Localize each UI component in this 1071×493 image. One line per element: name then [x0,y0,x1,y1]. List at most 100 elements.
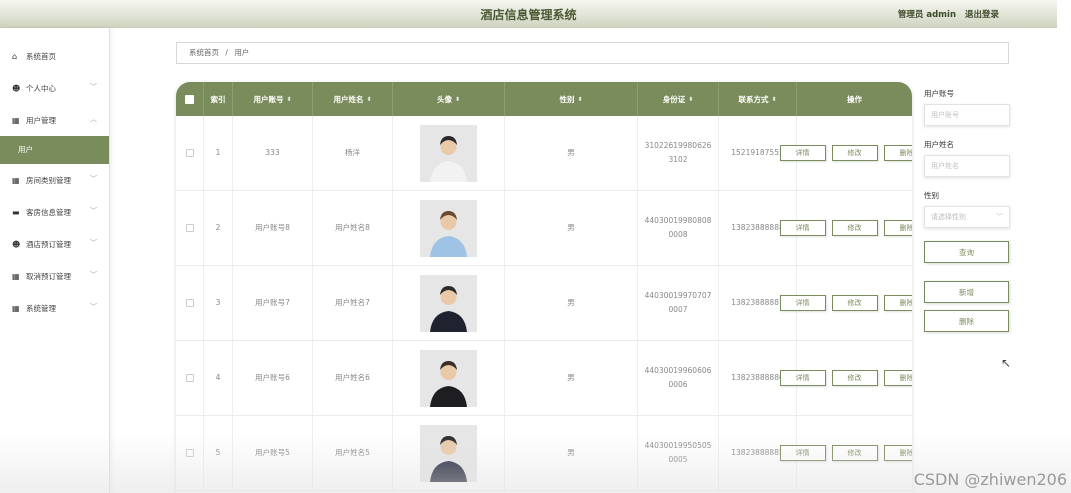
gender-select[interactable]: 请选择性别 ﹀ [924,206,1010,228]
sidebar-item-room-category[interactable]: ▦ 房间类别管理 ﹀ [0,164,109,196]
sidebar-item-cancel-booking[interactable]: ▦ 取消预订管理 ﹀ [0,260,109,292]
breadcrumb-separator: / [225,48,228,57]
avatar [420,424,477,482]
add-button[interactable]: 新增 [924,281,1009,303]
header-phone[interactable]: 联系方式 ⬍ [719,82,797,116]
detail-button[interactable]: 详情 [779,145,826,161]
sidebar-item-user-management[interactable]: ▦ 用户管理 ︿ [0,104,109,136]
detail-button[interactable]: 详情 [779,370,826,386]
edit-button[interactable]: 修改 [831,295,878,311]
person-photo-icon [420,274,477,332]
row-select-cell [176,116,204,190]
cell-account: 333 [233,116,313,190]
cell-name: 杨洋 [313,116,393,190]
breadcrumb-home[interactable]: 系统首页 [189,48,219,57]
header-avatar[interactable]: 头像 ⬍ [393,82,505,116]
delete-button[interactable]: 删除 [883,295,912,311]
header-idcard[interactable]: 身份证 ⬍ [638,82,719,116]
edit-button[interactable]: 修改 [831,370,878,386]
grid-icon: ▦ [12,175,20,185]
sidebar-item-users[interactable]: 用户 [0,136,109,164]
edit-button[interactable]: 修改 [831,145,878,161]
cell-gender: 男 [505,341,638,415]
cell-gender: 男 [505,116,638,190]
query-button[interactable]: 查询 [924,241,1009,263]
sort-icon: ⬍ [688,95,694,103]
delete-button[interactable]: 删除 [883,445,912,461]
avatar [420,199,477,257]
row-checkbox[interactable] [185,149,194,157]
sidebar-item-home[interactable]: ⌂ 系统首页 [0,40,109,72]
cell-name: 用户姓名7 [313,266,393,340]
edit-button[interactable]: 修改 [831,220,878,236]
idcard-line-2: 0005 [668,455,688,464]
header-name[interactable]: 用户姓名 ⬍ [313,82,393,116]
chevron-down-icon: ﹀ [90,271,97,279]
account-filter-input[interactable] [924,104,1010,126]
idcard-line-1: 44030019960606 [644,366,712,375]
sidebar-item-label: 客房信息管理 [26,207,71,217]
delete-button[interactable]: 删除 [883,220,912,236]
sidebar-item-room-info[interactable]: ▬ 客房信息管理 ﹀ [0,196,109,228]
table-row: 1 333 杨洋男 31022619980626 3102 15219187555 详情 修改… [176,116,912,191]
idcard-line-2: 3102 [668,155,688,164]
sidebar-item-booking[interactable]: ☻ 酒店预订管理 ﹀ [0,228,109,260]
table-row: 4 用户账号6 用户姓名6 男 44030019960606 0006 1382388888… [176,341,912,416]
chevron-down-icon: ﹀ [90,303,97,311]
sidebar-item-profile[interactable]: ☻ 个人中心 ﹀ [0,72,109,104]
table-row: 3 用户账号7 用户姓名7 男 44030019970707 0007 1382388888… [176,266,912,341]
breadcrumb-current: 用户 [234,48,250,57]
cell-idcard: 44030019970707 0007 [638,266,719,340]
avatar [420,124,477,182]
sidebar-item-label: 系统首页 [26,51,56,61]
cell-avatar [393,416,505,490]
header-label: 用户姓名 [333,94,364,104]
detail-button[interactable]: 详情 [779,220,826,236]
cell-gender: 男 [505,266,638,340]
delete-button[interactable]: 删除 [883,370,912,386]
detail-button[interactable]: 详情 [779,445,826,461]
delete-button[interactable]: 删除 [883,145,912,161]
account-filter-label: 用户账号 [924,89,954,98]
header-gender[interactable]: 性别 ⬍ [505,82,638,116]
row-checkbox[interactable] [185,224,194,232]
cell-idcard: 44030019980808 0008 [638,191,719,265]
detail-button[interactable]: 详情 [779,295,826,311]
sidebar-item-label: 房间类别管理 [26,175,71,185]
select-all-checkbox[interactable] [185,94,194,104]
table-row: 5 用户账号5 用户姓名5 男 44030019950505 0005 1382388888… [176,416,912,491]
table-body: 1 333 杨洋男 31022619980626 3102 15219187555 详情 修改… [176,116,912,491]
cell-idcard: 44030019960606 0006 [638,341,719,415]
grid-icon: ▦ [12,303,20,313]
header-label: 联系方式 [738,94,769,104]
sidebar: ⌂ 系统首页 ☻ 个人中心 ﹀ ▦ 用户管理 ︿ 用户 ▦ 房间类别管理 ﹀ ▬… [0,28,110,493]
row-checkbox[interactable] [185,374,194,382]
header-label: 用户账号 [253,94,284,104]
row-checkbox[interactable] [185,299,194,307]
sidebar-item-system[interactable]: ▦ 系统管理 ﹀ [0,292,109,324]
idcard-line-1: 31022619980626 [644,141,712,150]
sidebar-item-label: 用户管理 [26,115,56,125]
batch-delete-button[interactable]: 删除 [924,310,1009,332]
cell-name: 用户姓名8 [313,191,393,265]
cell-index: 4 [204,341,233,415]
idcard-line-1: 44030019970707 [644,291,712,300]
logout-link[interactable]: 退出登录 [965,10,999,20]
row-checkbox[interactable] [185,449,194,457]
chevron-down-icon: ﹀ [90,207,97,215]
sort-icon: ⬍ [577,95,583,103]
sort-icon: ⬍ [454,95,461,103]
idcard-line-2: 0007 [668,305,688,314]
edit-button[interactable]: 修改 [831,445,878,461]
row-select-cell [176,341,204,415]
person-photo-icon [420,349,477,407]
name-filter-input[interactable] [924,155,1010,177]
grid-icon: ▦ [12,271,20,281]
header-label: 头像 [436,94,452,104]
header-account[interactable]: 用户账号 ⬍ [233,82,313,116]
cell-idcard: 44030019950505 0005 [638,416,719,490]
sidebar-item-label: 个人中心 [26,83,56,93]
sort-icon: ⬍ [366,95,372,103]
mouse-cursor-icon: ↖ [1001,356,1012,370]
idcard-line-1: 44030019980808 [644,216,712,225]
